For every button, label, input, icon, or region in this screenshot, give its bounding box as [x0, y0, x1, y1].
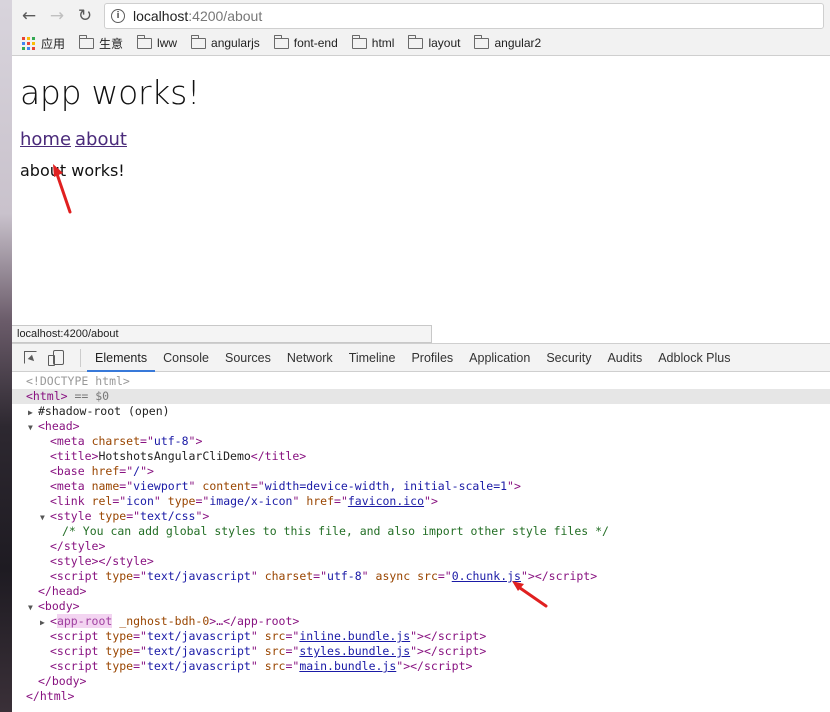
- device-toolbar-icon[interactable]: [44, 344, 72, 372]
- tab-security[interactable]: Security: [538, 344, 599, 372]
- divider: [80, 348, 81, 367]
- folder-icon: [191, 34, 207, 49]
- info-icon[interactable]: i: [111, 8, 125, 23]
- browser-toolbar: ← → ↻ i localhost:4200/about: [12, 0, 830, 31]
- address-bar[interactable]: i localhost:4200/about: [104, 2, 824, 29]
- dom-node[interactable]: <script type="text/javascript" charset="…: [12, 569, 830, 584]
- folder-icon: [408, 34, 424, 49]
- dom-node[interactable]: <script type="text/javascript" src="styl…: [12, 644, 830, 659]
- bookmark-folder[interactable]: angular2: [474, 34, 542, 50]
- inspect-element-icon[interactable]: [16, 344, 44, 372]
- devtools-tabbar: Elements Console Sources Network Timelin…: [12, 344, 830, 372]
- dom-node[interactable]: <meta name="viewport" content="width=dev…: [12, 479, 830, 494]
- tab-profiles[interactable]: Profiles: [403, 344, 461, 372]
- dom-node[interactable]: ▶ #shadow-root (open): [12, 404, 830, 419]
- tab-adblock-plus[interactable]: Adblock Plus: [650, 344, 738, 372]
- page-nav: home about: [20, 129, 131, 150]
- bookmark-label: 应用: [41, 36, 66, 51]
- collapse-triangle-icon[interactable]: ▼: [28, 600, 38, 615]
- bookmark-label: angular2: [494, 36, 542, 50]
- bookmark-folder[interactable]: angularjs: [191, 34, 260, 50]
- dom-node[interactable]: </html>: [12, 689, 830, 704]
- bookmark-folder[interactable]: 生意: [79, 34, 124, 52]
- app-root-tag[interactable]: app-root: [56, 614, 113, 628]
- bookmark-label: layout: [428, 36, 461, 50]
- annotation-arrow-page: [53, 164, 72, 214]
- status-bar-url: localhost:4200/about: [12, 325, 432, 343]
- dom-node[interactable]: ▶ <app-root _nghost-bdh-0>…</app-root>: [12, 614, 830, 629]
- annotation-arrow-devtools: [512, 581, 548, 608]
- tab-console[interactable]: Console: [155, 344, 217, 372]
- folder-icon: [351, 34, 367, 49]
- bookmark-label: html: [371, 36, 395, 50]
- dom-node[interactable]: ▼ <head>: [12, 419, 830, 434]
- bookmark-apps[interactable]: 应用: [22, 35, 65, 52]
- dom-node[interactable]: </style>: [12, 539, 830, 554]
- nav-link-home[interactable]: home: [20, 129, 71, 150]
- bookmark-folder[interactable]: html: [351, 34, 395, 50]
- tab-timeline[interactable]: Timeline: [341, 344, 404, 372]
- selected-marker: == $0: [74, 389, 110, 403]
- apps-grid-icon: [22, 36, 35, 50]
- dom-node[interactable]: <!DOCTYPE html>: [12, 374, 830, 389]
- dom-node[interactable]: </head>: [12, 584, 830, 599]
- dom-node[interactable]: <script type="text/javascript" src="inli…: [12, 629, 830, 644]
- bookmark-folder[interactable]: font-end: [273, 34, 338, 50]
- favicon-link[interactable]: favicon.ico: [348, 494, 424, 508]
- bookmark-label: angularjs: [211, 36, 260, 50]
- dom-node[interactable]: /* You can add global styles to this fil…: [12, 524, 830, 539]
- forward-arrow-icon[interactable]: →: [46, 5, 68, 27]
- expand-triangle-icon[interactable]: ▶: [40, 615, 50, 630]
- expand-triangle-icon[interactable]: ▶: [28, 405, 38, 420]
- dom-node[interactable]: ▼ <style type="text/css">: [12, 509, 830, 524]
- folder-icon: [474, 34, 490, 49]
- tab-sources[interactable]: Sources: [217, 344, 279, 372]
- styles-bundle-link[interactable]: styles.bundle.js: [299, 644, 410, 658]
- bookmark-label: font-end: [293, 36, 338, 50]
- devtools-panel: Elements Console Sources Network Timelin…: [12, 343, 830, 712]
- page-title: app works!: [20, 73, 200, 112]
- dom-node[interactable]: <title>HotshotsAngularCliDemo</title>: [12, 449, 830, 464]
- bookmark-label: lww: [157, 36, 178, 50]
- folder-icon: [79, 34, 95, 49]
- dom-tree: <!DOCTYPE html> <html> == $0 ▶ #shadow-ro…: [12, 372, 830, 704]
- dom-node[interactable]: <meta charset="utf-8">: [12, 434, 830, 449]
- folder-icon: [137, 34, 153, 49]
- tab-application[interactable]: Application: [461, 344, 538, 372]
- bookmark-label: 生意: [99, 36, 124, 51]
- main-bundle-link[interactable]: main.bundle.js: [299, 659, 396, 673]
- dom-node[interactable]: <base href="/">: [12, 464, 830, 479]
- collapse-triangle-icon[interactable]: ▼: [28, 420, 38, 435]
- dom-node[interactable]: ▼ <body>: [12, 599, 830, 614]
- bookmark-folder[interactable]: lww: [137, 34, 178, 50]
- dom-node[interactable]: <style></style>: [12, 554, 830, 569]
- tab-network[interactable]: Network: [279, 344, 341, 372]
- tab-audits[interactable]: Audits: [599, 344, 650, 372]
- back-arrow-icon[interactable]: ←: [18, 5, 40, 27]
- collapse-triangle-icon[interactable]: ▼: [40, 510, 50, 525]
- folder-icon: [273, 34, 289, 49]
- inline-bundle-link[interactable]: inline.bundle.js: [299, 629, 410, 643]
- desktop-wallpaper: [0, 0, 12, 712]
- browser-window: ← → ↻ i localhost:4200/about 应用 生意 lww a…: [12, 0, 830, 712]
- reload-icon[interactable]: ↻: [74, 5, 96, 27]
- dom-node[interactable]: <link rel="icon" type="image/x-icon" hre…: [12, 494, 830, 509]
- tab-elements[interactable]: Elements: [87, 344, 156, 372]
- url-text[interactable]: localhost:4200/about: [133, 8, 262, 24]
- bookmarks-bar: 应用 生意 lww angularjs font-end html layout…: [12, 31, 830, 56]
- dom-node-selected[interactable]: <html> == $0: [12, 389, 830, 404]
- bookmark-folder[interactable]: layout: [408, 34, 461, 50]
- dom-node[interactable]: </body>: [12, 674, 830, 689]
- nav-link-about[interactable]: about: [75, 129, 127, 150]
- page-viewport: app works! home about about works!: [12, 57, 830, 327]
- dom-node[interactable]: <script type="text/javascript" src="main…: [12, 659, 830, 674]
